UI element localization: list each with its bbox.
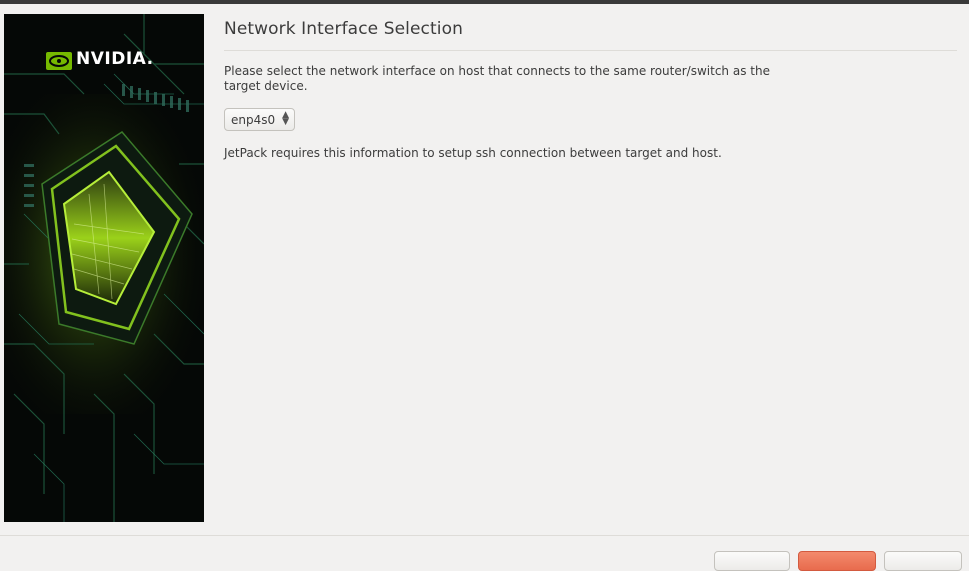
nvidia-logo-icon xyxy=(46,52,72,70)
nvidia-logo-text: NVIDIA. xyxy=(76,49,154,69)
next-button[interactable] xyxy=(798,551,876,571)
chip-artwork xyxy=(4,14,204,522)
nvidia-banner: NVIDIA. xyxy=(4,14,204,522)
window-top-border xyxy=(0,0,969,4)
network-interface-value: enp4s0 xyxy=(231,113,276,127)
title-divider xyxy=(224,50,957,51)
footer-divider xyxy=(0,535,969,536)
cancel-button[interactable] xyxy=(884,551,962,571)
back-button[interactable] xyxy=(714,551,790,571)
spinner-arrows-icon[interactable]: ▲ ▼ xyxy=(282,111,289,127)
network-interface-select[interactable]: enp4s0 ▲ ▼ xyxy=(224,108,295,131)
description-text: Please select the network interface on h… xyxy=(224,64,770,93)
page-title: Network Interface Selection xyxy=(224,19,463,39)
info-text: JetPack requires this information to set… xyxy=(224,146,722,160)
